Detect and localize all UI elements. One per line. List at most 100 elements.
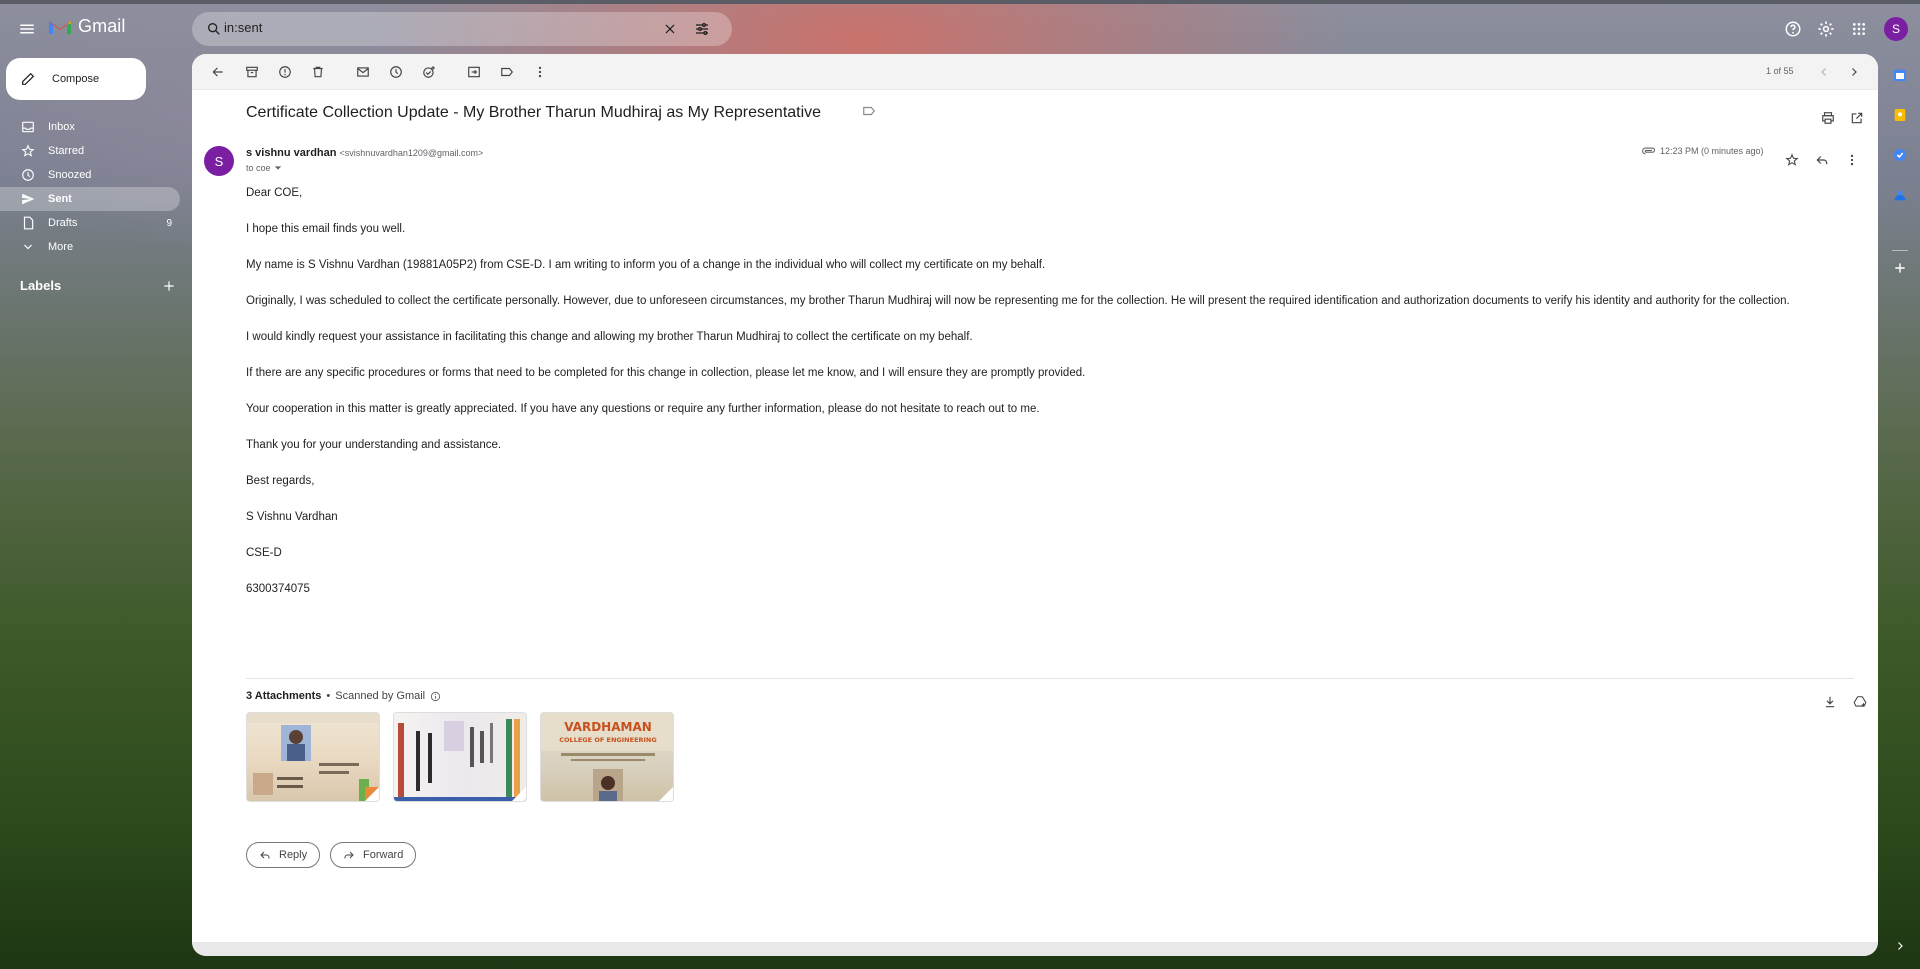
labels-heading: Labels	[20, 278, 62, 293]
calendar-addon[interactable]	[1888, 63, 1912, 87]
body-paragraph: Thank you for your understanding and ass…	[246, 439, 502, 451]
search-options-button[interactable]	[686, 13, 718, 45]
tasks-addon[interactable]	[1888, 143, 1912, 167]
compose-button[interactable]: Compose	[6, 58, 146, 100]
top-bar: Gmail S	[0, 0, 1920, 58]
horizontal-scrollbar[interactable]	[192, 942, 1878, 956]
body-paragraph: I hope this email finds you well.	[246, 223, 406, 235]
sender-avatar[interactable]: S	[204, 146, 234, 176]
reply-button-top[interactable]	[1806, 144, 1838, 176]
chevron-left-icon	[1821, 68, 1826, 76]
print-icon	[1822, 112, 1834, 124]
settings-button[interactable]	[1810, 13, 1842, 45]
labels-button[interactable]	[493, 58, 521, 86]
delete-button[interactable]	[304, 58, 332, 86]
reply-icon	[1816, 156, 1828, 165]
body-paragraph: My name is S Vishnu Vardhan (19881A05P2)…	[246, 259, 1046, 271]
clear-search-button[interactable]	[654, 13, 686, 45]
attachment-thumbnail[interactable]: VARDHAMAN COLLEGE OF ENGINEERING	[540, 712, 674, 802]
report-icon	[279, 66, 291, 78]
support-button[interactable]	[1777, 13, 1809, 45]
search-bar[interactable]	[192, 12, 732, 46]
sender-name[interactable]: s vishnu vardhan	[246, 147, 336, 159]
sidebar-item-sent[interactable]: Sent	[0, 187, 180, 211]
sidebar-item-drafts[interactable]: Drafts 9	[0, 211, 180, 235]
reply-button[interactable]: Reply	[246, 842, 321, 868]
more-actions-button[interactable]	[526, 58, 554, 86]
older-button[interactable]	[1840, 58, 1868, 86]
sidebar-item-label: Starred	[48, 145, 85, 157]
caret-down-icon	[274, 166, 281, 170]
task-add-icon	[423, 66, 435, 78]
body-paragraph: I would kindly request your assistance i…	[246, 331, 973, 343]
hide-side-panel-button[interactable]	[1888, 934, 1912, 958]
email-subject: Certificate Collection Update - My Broth…	[246, 104, 822, 121]
sidebar-item-label: Sent	[48, 193, 72, 205]
aadhaar-card-image	[394, 719, 526, 801]
attachment-thumbnail[interactable]	[246, 712, 380, 802]
info-icon[interactable]	[430, 691, 441, 702]
back-button[interactable]	[204, 58, 232, 86]
star-icon	[20, 143, 36, 159]
archive-button[interactable]	[238, 58, 266, 86]
arrow-back-icon	[212, 67, 223, 77]
open-in-new-icon	[1851, 112, 1863, 124]
move-to-icon	[468, 66, 480, 78]
pencil-icon	[22, 72, 35, 85]
message-toolbar: 1 of 55	[192, 54, 1878, 90]
body-paragraph: If there are any specific procedures or …	[246, 367, 1086, 379]
report-spam-button[interactable]	[271, 58, 299, 86]
open-new-window-button[interactable]	[1841, 102, 1873, 134]
labels-section-header: Labels	[20, 278, 176, 293]
download-all-button[interactable]	[1814, 686, 1846, 718]
help-icon	[1785, 21, 1801, 37]
reply-label: Reply	[279, 849, 308, 861]
send-icon	[20, 191, 36, 207]
attachment-icon	[1642, 147, 1656, 155]
more-vert-icon	[538, 66, 542, 78]
sidebar-item-snoozed[interactable]: Snoozed	[0, 163, 180, 187]
label-important-button[interactable]	[862, 104, 876, 123]
keep-addon[interactable]	[1888, 103, 1912, 127]
forward-icon	[344, 851, 354, 859]
google-apps-button[interactable]	[1843, 13, 1875, 45]
forward-button[interactable]: Forward	[330, 842, 417, 868]
star-button[interactable]	[1776, 144, 1808, 176]
main-menu-button[interactable]	[11, 13, 43, 45]
contacts-icon	[1894, 190, 1906, 201]
body-paragraph: Dear COE,	[246, 187, 303, 199]
add-to-tasks-button[interactable]	[415, 58, 443, 86]
message-meta: 12:23 PM (0 minutes ago)	[1642, 146, 1764, 156]
print-all-button[interactable]	[1812, 102, 1844, 134]
hamburger-icon	[20, 24, 34, 34]
message-more-button[interactable]	[1836, 144, 1868, 176]
id-card-image	[247, 713, 379, 801]
chevron-right-icon	[1898, 942, 1903, 950]
body-paragraph: S Vishnu Vardhan	[246, 511, 338, 523]
add-to-drive-button[interactable]	[1844, 686, 1876, 718]
label-outline-icon	[863, 106, 876, 116]
chevron-right-icon	[1852, 68, 1857, 76]
mail-icon	[357, 67, 369, 77]
body-paragraph: 6300374075	[246, 583, 310, 595]
clock-icon	[390, 66, 402, 78]
gmail-logo[interactable]: Gmail	[48, 16, 126, 37]
close-icon	[665, 24, 675, 34]
sidebar-item-starred[interactable]: Starred	[0, 139, 180, 163]
move-to-button[interactable]	[460, 58, 488, 86]
sidebar-item-more[interactable]: More	[0, 235, 180, 259]
search-input[interactable]	[224, 20, 644, 35]
label-icon	[501, 67, 514, 77]
attachment-thumbnail[interactable]	[393, 712, 527, 802]
mark-unread-button[interactable]	[349, 58, 377, 86]
snooze-button[interactable]	[382, 58, 410, 86]
get-addons-button[interactable]	[1888, 256, 1912, 280]
recipient-details-toggle[interactable]: to coe	[246, 163, 282, 173]
newer-button[interactable]	[1810, 58, 1838, 86]
account-avatar[interactable]: S	[1884, 17, 1908, 41]
download-icon	[1825, 696, 1835, 708]
thumbnail-corner	[512, 787, 526, 801]
contacts-addon[interactable]	[1888, 183, 1912, 207]
sidebar-item-inbox[interactable]: Inbox	[0, 115, 180, 139]
add-label-icon[interactable]	[162, 279, 176, 293]
